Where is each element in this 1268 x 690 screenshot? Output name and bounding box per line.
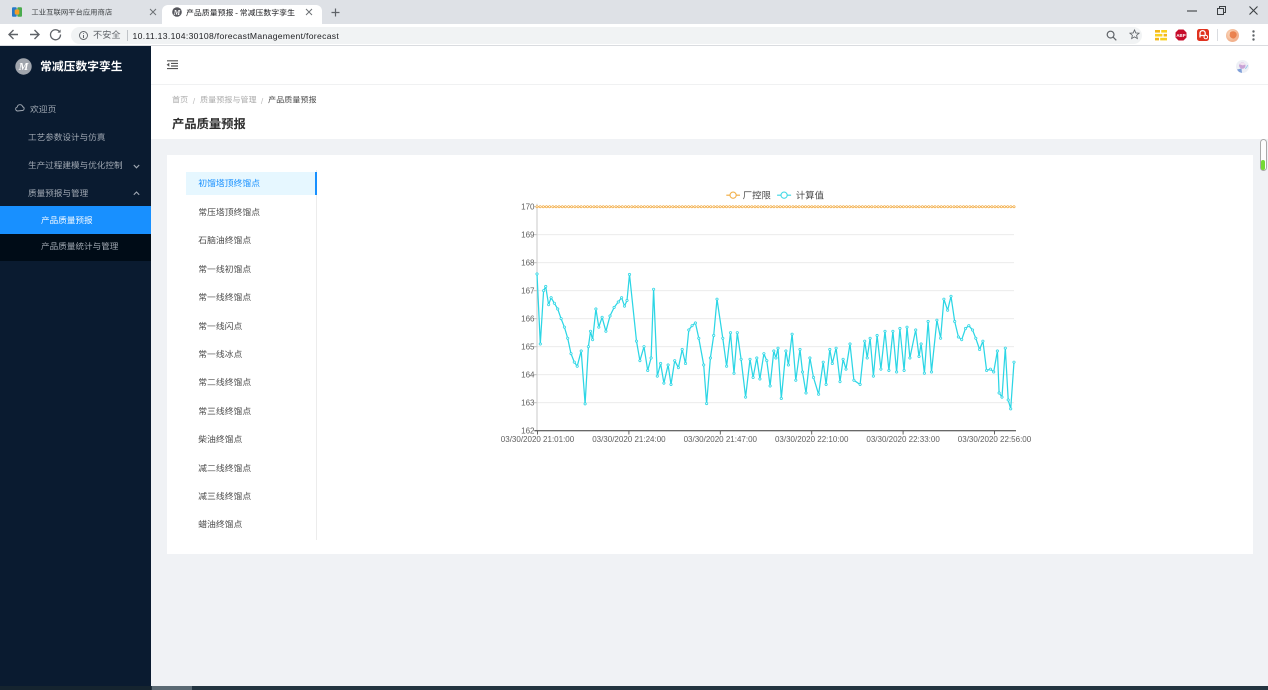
svg-text:03/30/2020 21:24:00: 03/30/2020 21:24:00: [592, 435, 666, 444]
svg-text:03/30/2020 21:47:00: 03/30/2020 21:47:00: [684, 435, 758, 444]
svg-text:03/30/2020 22:33:00: 03/30/2020 22:33:00: [866, 435, 940, 444]
svg-text:03/30/2020 21:01:00: 03/30/2020 21:01:00: [501, 435, 575, 444]
svg-text:166: 166: [521, 315, 535, 324]
svg-text:170: 170: [521, 203, 535, 212]
svg-text:M: M: [17, 61, 29, 73]
svg-text:169: 169: [521, 231, 535, 240]
svg-text:163: 163: [521, 399, 535, 408]
svg-text:167: 167: [521, 287, 535, 296]
svg-text:165: 165: [521, 343, 535, 352]
svg-text:03/30/2020 22:56:00: 03/30/2020 22:56:00: [958, 435, 1032, 444]
svg-text:164: 164: [521, 371, 535, 380]
svg-text:168: 168: [521, 259, 535, 268]
svg-text:M: M: [173, 8, 181, 17]
svg-text:03/30/2020 22:10:00: 03/30/2020 22:10:00: [775, 435, 849, 444]
svg-text:ABP: ABP: [1176, 33, 1185, 38]
